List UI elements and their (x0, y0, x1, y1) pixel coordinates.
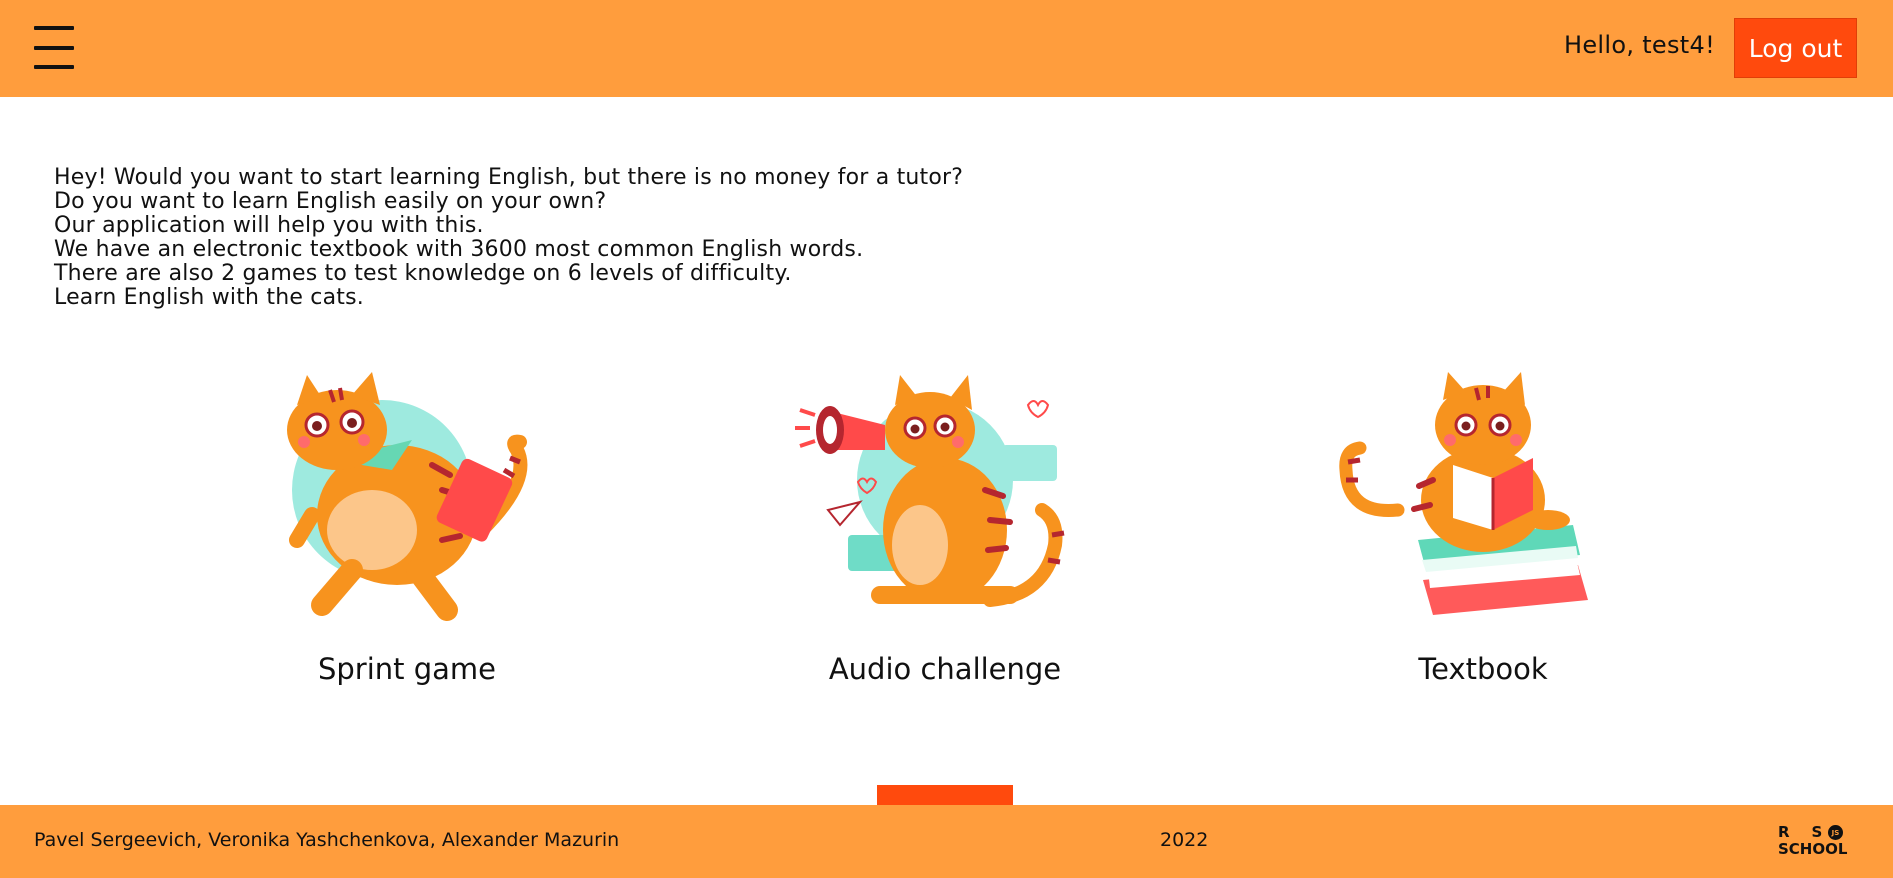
user-greeting: Hello, test4! (1564, 31, 1715, 59)
audio-challenge-label: Audio challenge (828, 652, 1062, 686)
scroll-to-top-button[interactable] (877, 785, 1013, 807)
rs-school-logo[interactable]: RS JS SCHOOL (1776, 823, 1858, 861)
intro-text: Hey! Would you want to start learning En… (54, 166, 1154, 310)
intro-line: Our application will help you with this. (54, 213, 484, 238)
hamburger-menu-icon[interactable] (34, 26, 74, 70)
sprint-game-card[interactable]: Sprint game (242, 370, 572, 700)
intro-line: There are also 2 games to test knowledge… (54, 261, 792, 286)
authors-text: Pavel Sergeevich, Veronika Yashchenkova,… (34, 829, 620, 851)
rs-logo-text-bottom: SCHOOL (1778, 840, 1848, 858)
cat-reading-book-icon (1339, 372, 1588, 615)
intro-line: Learn English with the cats. (54, 285, 364, 310)
header: Hello, test4! Log out (0, 0, 1893, 97)
intro-line: Hey! Would you want to start learning En… (54, 165, 964, 190)
cat-with-megaphone-icon (795, 375, 1065, 607)
logout-button[interactable]: Log out (1734, 18, 1857, 78)
sprint-game-label: Sprint game (317, 652, 497, 686)
textbook-card[interactable]: Textbook (1318, 370, 1648, 700)
intro-line: Do you want to learn English easily on y… (54, 189, 607, 214)
cat-running-with-briefcase-icon (287, 372, 528, 621)
footer: Pavel Sergeevich, Veronika Yashchenkova,… (0, 805, 1893, 878)
js-badge-icon: JS (1828, 825, 1843, 840)
intro-line: We have an electronic textbook with 3600… (54, 237, 864, 262)
copyright-year: 2022 (1160, 829, 1209, 851)
audio-challenge-card[interactable]: Audio challenge (780, 370, 1110, 700)
textbook-label: Textbook (1418, 652, 1548, 686)
